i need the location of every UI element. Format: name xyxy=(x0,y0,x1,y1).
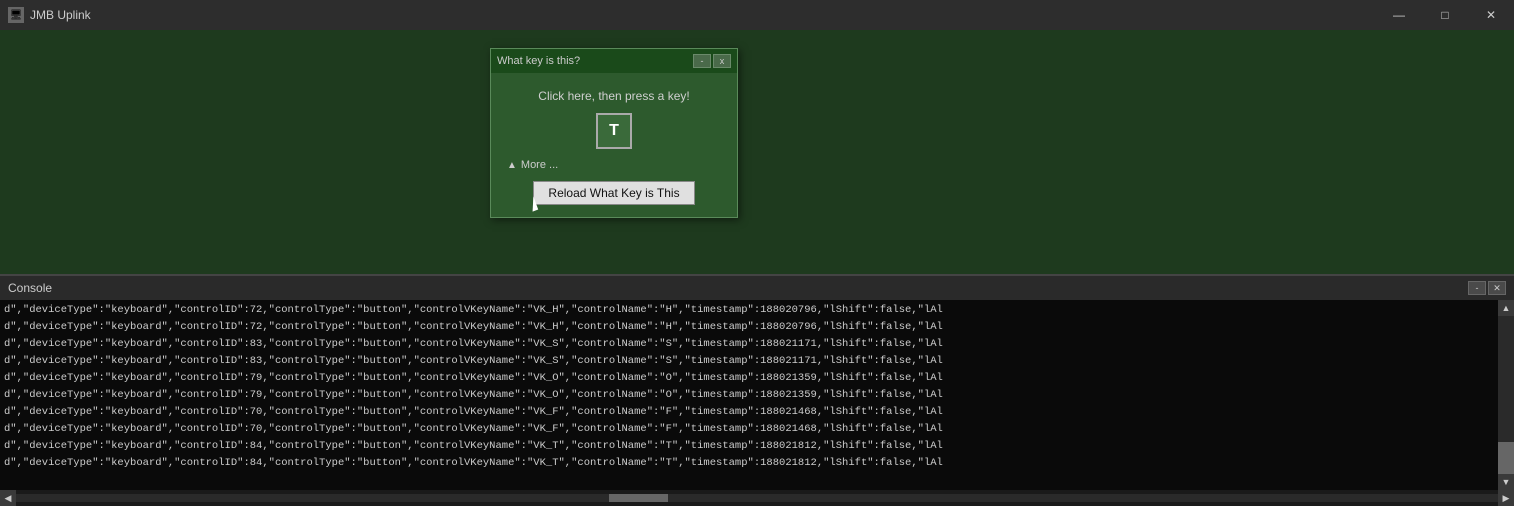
console-line-4: d","deviceType":"keyboard","controlID":7… xyxy=(4,370,1510,387)
console-vertical-scrollbar[interactable]: ▲ ▼ xyxy=(1498,300,1514,490)
key-display-box[interactable]: T xyxy=(596,113,632,149)
dialog-title: What key is this? xyxy=(497,55,580,67)
reload-button[interactable]: Reload What Key is This xyxy=(533,181,694,205)
dialog-titlebar-controls: - x xyxy=(693,54,731,68)
console-title: Console xyxy=(8,281,52,295)
console-line-1: d","deviceType":"keyboard","controlID":7… xyxy=(4,319,1510,336)
hscroll-right-arrow[interactable]: ▶ xyxy=(1498,490,1514,506)
console-close-button[interactable]: ✕ xyxy=(1488,281,1506,295)
vscroll-down-arrow[interactable]: ▼ xyxy=(1498,474,1514,490)
console-line-7: d","deviceType":"keyboard","controlID":7… xyxy=(4,421,1510,438)
console-line-0: d","deviceType":"keyboard","controlID":7… xyxy=(4,302,1510,319)
console-title-controls: - ✕ xyxy=(1468,281,1506,295)
app-title: JMB Uplink xyxy=(30,8,91,22)
console-line-5: d","deviceType":"keyboard","controlID":7… xyxy=(4,387,1510,404)
app-titlebar: 🖥 JMB Uplink — □ ✕ xyxy=(0,0,1514,30)
console-horizontal-scrollbar[interactable]: ◀ ▶ xyxy=(0,490,1514,506)
console-line-3: d","deviceType":"keyboard","controlID":8… xyxy=(4,353,1510,370)
hscroll-left-arrow[interactable]: ◀ xyxy=(0,490,16,506)
console-line-9: d","deviceType":"keyboard","controlID":8… xyxy=(4,455,1510,472)
more-arrow-icon: ▲ xyxy=(507,160,517,171)
dialog-content: Click here, then press a key! T ▲ More .… xyxy=(491,73,737,217)
titlebar-controls: — □ ✕ xyxy=(1376,0,1514,30)
console-line-8: d","deviceType":"keyboard","controlID":8… xyxy=(4,438,1510,455)
more-section[interactable]: ▲ More ... xyxy=(507,159,558,171)
close-button[interactable]: ✕ xyxy=(1468,0,1514,30)
vscroll-thumb[interactable] xyxy=(1498,442,1514,474)
console-panel: Console - ✕ d","deviceType":"keyboard","… xyxy=(0,274,1514,506)
maximize-button[interactable]: □ xyxy=(1422,0,1468,30)
console-line-2: d","deviceType":"keyboard","controlID":8… xyxy=(4,336,1510,353)
dialog-titlebar: What key is this? - x xyxy=(491,49,737,73)
click-instruction[interactable]: Click here, then press a key! xyxy=(538,89,689,103)
console-line-6: d","deviceType":"keyboard","controlID":7… xyxy=(4,404,1510,421)
hscroll-track[interactable] xyxy=(16,494,1498,502)
vscroll-track[interactable] xyxy=(1498,316,1514,474)
dialog-window: What key is this? - x Click here, then p… xyxy=(490,48,738,218)
console-titlebar: Console - ✕ xyxy=(0,276,1514,300)
console-minimize-button[interactable]: - xyxy=(1468,281,1486,295)
hscroll-thumb[interactable] xyxy=(609,494,668,502)
minimize-button[interactable]: — xyxy=(1376,0,1422,30)
dialog-minimize-button[interactable]: - xyxy=(693,54,711,68)
dialog-close-button[interactable]: x xyxy=(713,54,731,68)
more-label: More ... xyxy=(521,159,558,171)
vscroll-up-arrow[interactable]: ▲ xyxy=(1498,300,1514,316)
console-content: d","deviceType":"keyboard","controlID":7… xyxy=(0,300,1514,490)
app-icon: 🖥 xyxy=(8,7,24,23)
